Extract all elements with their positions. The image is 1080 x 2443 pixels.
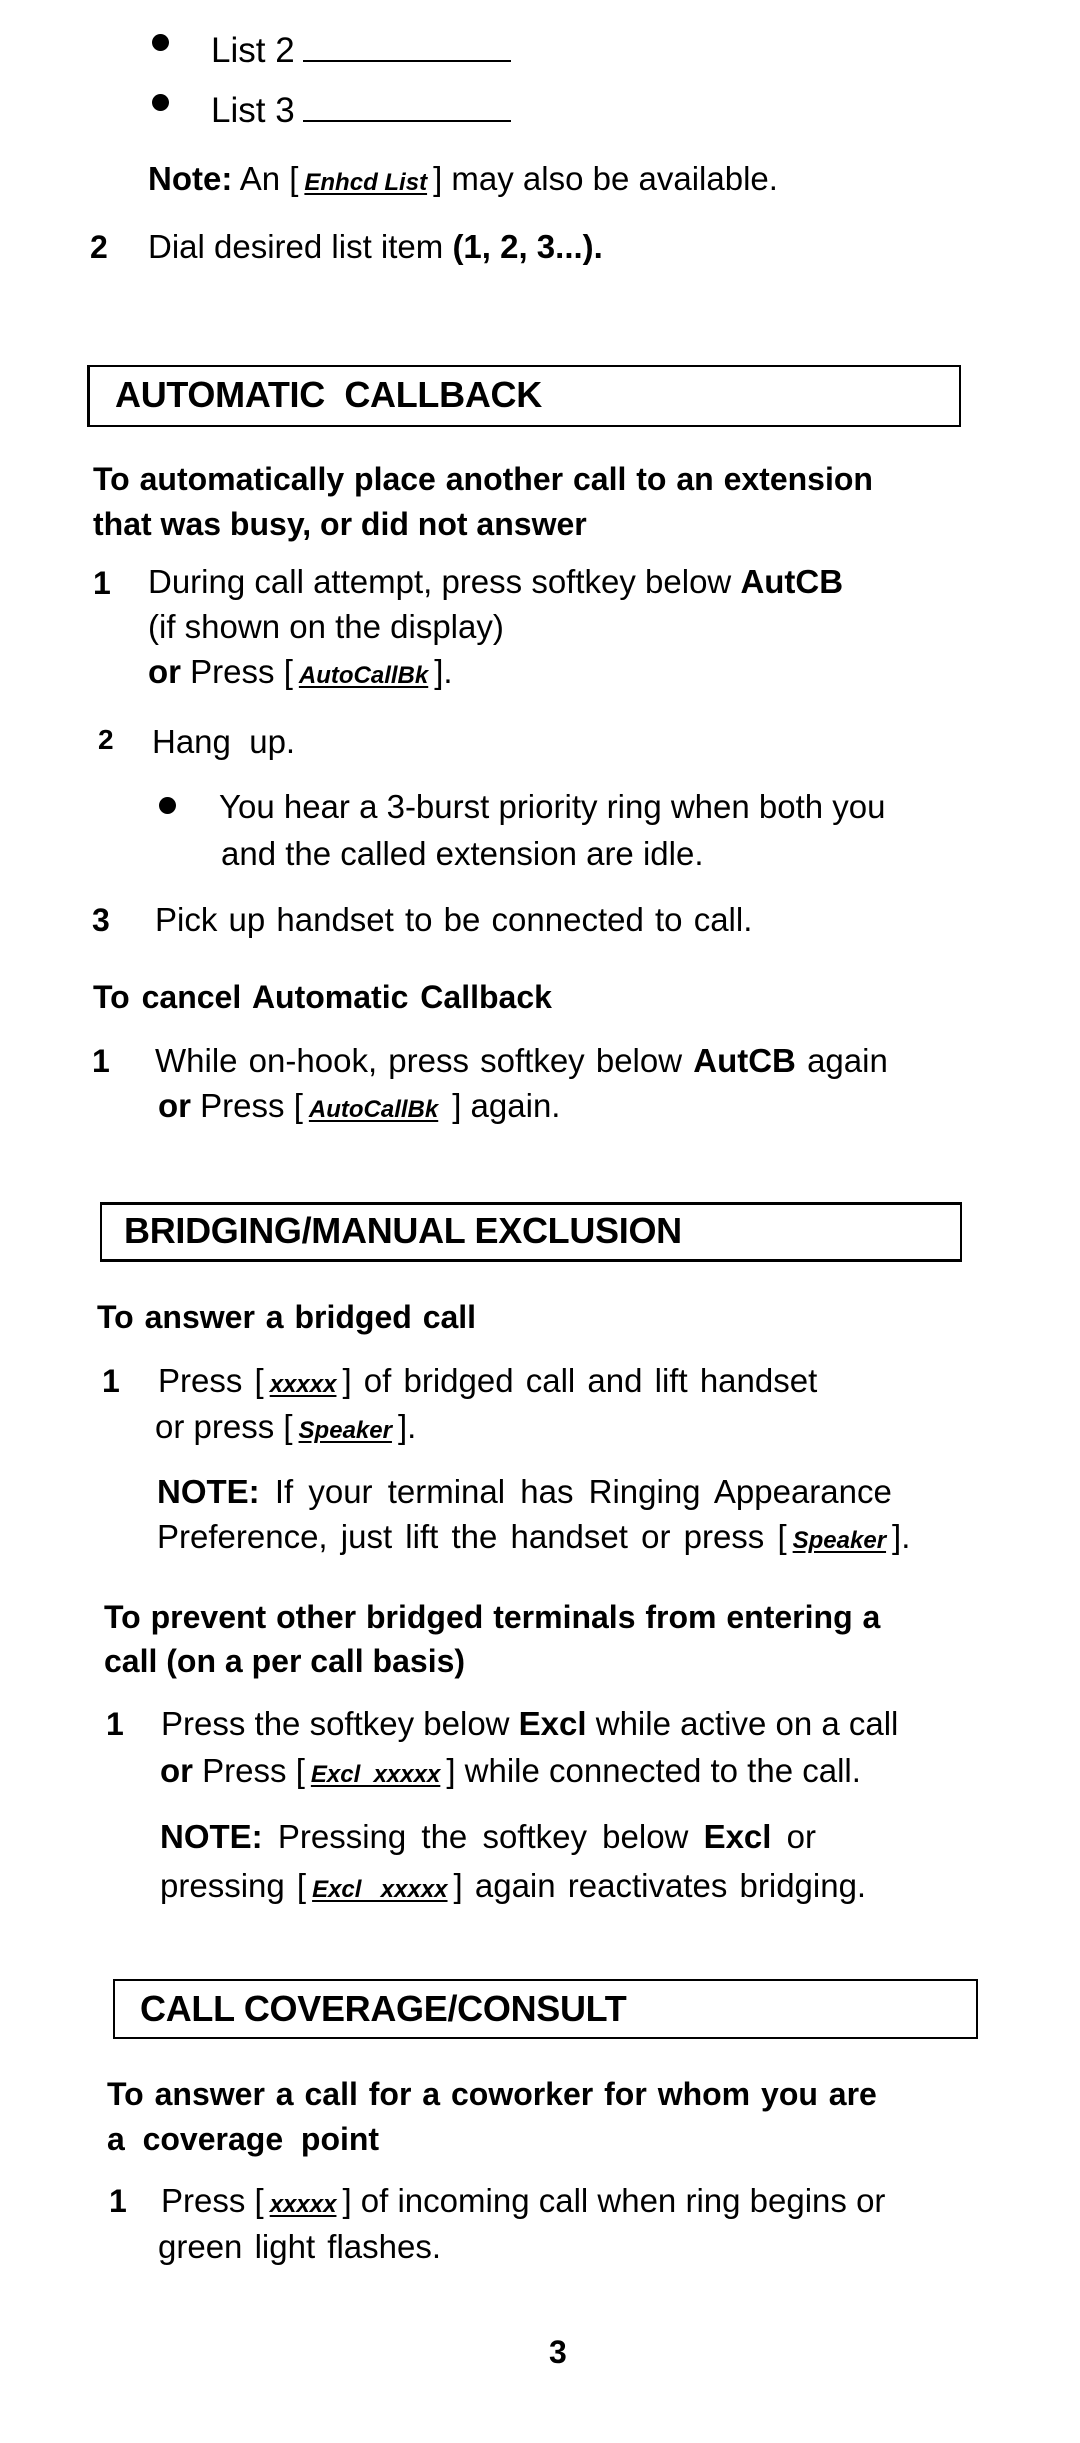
line-appearance-key[interactable]: xxxxx — [270, 1371, 337, 1398]
bullet-text: You hear a 3-burst priority ring when bo… — [219, 788, 886, 825]
step-text-plain: ] of bridged call and lift handset — [342, 1362, 818, 1399]
note-text: or — [786, 1818, 816, 1855]
step-text: Press the softkey below Excl while activ… — [161, 1707, 898, 1740]
or-label: or — [160, 1752, 193, 1789]
procedure-heading: To answer a call for a coworker for whom… — [107, 2076, 877, 2112]
step-number: 2 — [98, 724, 114, 755]
note-text: Preference, just lift the handset or pre… — [157, 1518, 787, 1555]
speaker-key[interactable]: Speaker — [793, 1527, 886, 1554]
step-number: 1 — [109, 2183, 127, 2219]
list-item-2: List 2 — [211, 33, 511, 68]
bullet-icon — [152, 34, 169, 51]
procedure-heading: that was busy, or did not answer — [93, 506, 587, 542]
step-number: 1 — [106, 1706, 124, 1742]
speaker-key[interactable]: Speaker — [299, 1417, 392, 1444]
softkey-label: AutCB — [740, 563, 844, 600]
fill-in-blank — [302, 59, 511, 62]
enhanced-list-note: Note: An [Enhcd List] may also be availa… — [148, 162, 778, 195]
procedure-heading: To answer a bridged call — [97, 1299, 477, 1335]
procedure-heading: To prevent other bridged terminals from … — [104, 1599, 881, 1635]
step-text-plain: again — [807, 1042, 888, 1079]
step-text-plain: while active on a call — [595, 1705, 899, 1742]
procedure-heading: call (on a per call basis) — [104, 1643, 466, 1679]
step-text: Dial desired list item (1, 2, 3...). — [148, 230, 603, 263]
step-number: 1 — [93, 565, 111, 601]
step-text-plain: Press [ — [158, 1362, 264, 1399]
step-text: or Press [Excl xxxxx] while connected to… — [160, 1754, 861, 1787]
or-label: or — [158, 1087, 191, 1124]
note-label: Note: — [148, 160, 233, 197]
note-text: ] again reactivates bridging. — [453, 1867, 867, 1904]
fill-in-blank — [302, 119, 511, 122]
note: NOTE: Pressing the softkey below Excl or — [160, 1820, 816, 1853]
note-text: If your terminal has Ringing Appearance — [274, 1473, 892, 1510]
or-label: or — [148, 653, 181, 690]
step-number: 1 — [92, 1043, 110, 1079]
list-item-label: List 2 — [211, 31, 295, 70]
step-text-bold: (1, 2, 3...). — [452, 228, 603, 265]
note-text: pressing [ — [160, 1867, 307, 1904]
list-item-3: List 3 — [211, 93, 511, 128]
note-text: Pressing the softkey below — [277, 1818, 689, 1855]
step-text-plain: ] while connected to the call. — [446, 1752, 861, 1789]
autocallbk-key[interactable]: AutoCallBk — [309, 1096, 438, 1123]
bullet-text: and the called extension are idle. — [221, 835, 704, 872]
step-text-plain: Press [ — [202, 1752, 305, 1789]
step-text-plain: ] of incoming call when ring begins or — [342, 2182, 886, 2219]
section-title: CALL COVERAGE/CONSULT — [140, 1988, 627, 2029]
note: pressing [Excl xxxxx] again reactivates … — [160, 1869, 866, 1902]
step-text: (if shown on the display) — [148, 608, 504, 645]
procedure-heading: To cancel Automatic Callback — [93, 979, 552, 1015]
procedure-heading: a coverage point — [107, 2121, 380, 2157]
note: Preference, just lift the handset or pre… — [157, 1520, 910, 1553]
autocallbk-key[interactable]: AutoCallBk — [299, 662, 428, 689]
step-text: green light flashes. — [158, 2228, 442, 2265]
softkey-label: AutCB — [693, 1042, 796, 1079]
section-title: BRIDGING/MANUAL EXCLUSION — [124, 1210, 682, 1251]
step-text-plain: Press [ — [200, 1087, 303, 1124]
step-number: 2 — [90, 229, 108, 265]
list-item-label: List 3 — [211, 91, 295, 130]
note-text: ] may also be available. — [433, 160, 778, 197]
step-text-plain: ]. — [434, 653, 453, 690]
step-text-plain: or press [ — [155, 1408, 293, 1445]
step-text: Hang up. — [152, 723, 296, 760]
step-number: 3 — [92, 902, 110, 938]
step-text-plain: ] again. — [452, 1087, 561, 1124]
note: NOTE: If your terminal has Ringing Appea… — [157, 1475, 892, 1508]
section-title: AUTOMATIC CALLBACK — [115, 374, 542, 415]
procedure-heading: To automatically place another call to a… — [93, 461, 873, 497]
step-text-plain: Press [ — [190, 653, 293, 690]
step-text: or Press [AutoCallBk ] again. — [158, 1089, 560, 1122]
exclusion-key[interactable]: Excl xxxxx — [312, 1876, 447, 1903]
step-text: Press [xxxxx] of bridged call and lift h… — [158, 1364, 817, 1397]
note-label: NOTE: — [157, 1473, 260, 1510]
step-text-plain: Press the softkey below — [161, 1705, 510, 1742]
softkey-label: Excl — [518, 1705, 587, 1742]
step-text: or Press [AutoCallBk]. — [148, 655, 453, 688]
step-text-plain: ]. — [397, 1408, 417, 1445]
line-appearance-key[interactable]: xxxxx — [270, 2191, 337, 2218]
step-text-plain: Dial desired list item — [148, 228, 444, 265]
exclusion-key[interactable]: Excl xxxxx — [311, 1761, 440, 1788]
step-text: While on-hook, press softkey below AutCB… — [155, 1044, 888, 1077]
step-text-plain: During call attempt, press softkey below — [148, 563, 732, 600]
step-text: or press [Speaker]. — [155, 1410, 416, 1443]
step-text-plain: While on-hook, press softkey below — [155, 1042, 683, 1079]
note-text: ]. — [892, 1518, 911, 1555]
enhcd-list-key[interactable]: Enhcd List — [304, 169, 427, 196]
step-text: Pick up handset to be connected to call. — [155, 901, 753, 938]
page-number: 3 — [549, 2334, 567, 2370]
step-text-plain: Press [ — [161, 2182, 264, 2219]
note-text: An [ — [239, 160, 299, 197]
bullet-icon — [159, 797, 176, 814]
step-number: 1 — [102, 1363, 120, 1399]
softkey-label: Excl — [703, 1818, 772, 1855]
bullet-icon — [152, 94, 169, 111]
step-text: Press [xxxxx] of incoming call when ring… — [161, 2184, 885, 2217]
step-text: During call attempt, press softkey below… — [148, 565, 843, 598]
note-label: NOTE: — [160, 1818, 263, 1855]
